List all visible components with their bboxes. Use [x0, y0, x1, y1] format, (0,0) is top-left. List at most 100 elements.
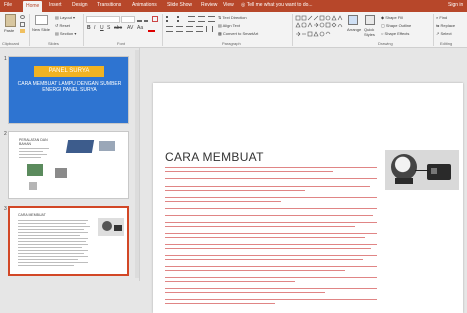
underline-button[interactable]: U	[100, 26, 104, 31]
decrease-indent-icon[interactable]	[188, 16, 195, 22]
component-image	[55, 168, 67, 178]
thumb-2-title: PERALATAN DAN BAHAN	[19, 138, 48, 146]
shadow-button[interactable]: S	[107, 26, 110, 31]
increase-indent-icon[interactable]	[198, 16, 205, 22]
font-color-icon[interactable]	[148, 26, 155, 32]
copy-icon[interactable]	[20, 22, 25, 27]
slide-number: 3	[4, 206, 7, 212]
font-name-box[interactable]	[86, 16, 120, 23]
text-direction-label: Text Direction	[222, 15, 247, 20]
section-button[interactable]: ▤ Section ▾	[55, 31, 76, 36]
slide-title[interactable]: CARA MEMBUAT	[165, 150, 264, 164]
format-painter-icon[interactable]	[20, 29, 25, 33]
align-left-icon[interactable]	[166, 26, 173, 32]
text-line	[165, 222, 377, 223]
shape-outline-button[interactable]: ▢ Shape Outline	[381, 23, 411, 28]
numbering-icon[interactable]	[177, 16, 185, 22]
current-slide[interactable]: CARA MEMBUAT	[153, 83, 463, 313]
replace-button[interactable]: ⇆ Replace	[436, 23, 455, 28]
text-line	[165, 186, 370, 187]
smartart-button[interactable]: ▩ Convert to SmartArt	[218, 31, 258, 36]
sign-in-link[interactable]: Sign in	[448, 2, 463, 8]
new-slide-button[interactable]: New Slide	[32, 27, 52, 32]
change-case-button[interactable]: Aa	[137, 26, 143, 31]
tab-file[interactable]: File	[4, 2, 12, 8]
paste-button[interactable]: Paste	[4, 28, 14, 33]
select-button[interactable]: ↗ Select	[436, 31, 452, 36]
text-line	[165, 208, 377, 209]
group-editing-label: Editing	[440, 41, 453, 46]
shapes-gallery[interactable]	[295, 15, 343, 37]
text-line	[165, 270, 345, 271]
thumb-3-title: CARA MEMBUAT	[18, 213, 46, 217]
tab-view[interactable]: View	[223, 2, 234, 8]
text-line	[165, 215, 373, 216]
tab-design[interactable]: Design	[72, 2, 88, 8]
text-line	[165, 244, 377, 245]
bullets-icon[interactable]	[166, 16, 174, 22]
text-line	[165, 277, 377, 278]
tell-me-search[interactable]: ◎ Tell me what you want to do...	[241, 2, 313, 8]
tab-home[interactable]: Home	[23, 1, 43, 12]
thumbnails-scrollbar[interactable]	[135, 50, 139, 278]
tab-transitions[interactable]: Transitions	[97, 2, 121, 8]
text-line	[165, 226, 355, 227]
clear-format-icon[interactable]	[152, 16, 158, 22]
shape-outline-label: Shape Outline	[385, 23, 412, 28]
text-line	[18, 220, 88, 221]
text-direction-button[interactable]: ⇅ Text Direction	[218, 15, 247, 20]
shape-fill-button[interactable]: ◆ Shape Fill	[381, 15, 403, 20]
bold-button[interactable]: B	[87, 26, 91, 31]
cut-icon[interactable]	[20, 15, 25, 19]
align-right-icon[interactable]	[186, 26, 193, 32]
quick-styles-button[interactable]: Quick Styles	[364, 27, 378, 37]
quick-styles-icon[interactable]	[365, 15, 375, 25]
divider	[292, 14, 293, 46]
arrange-icon[interactable]	[348, 15, 358, 25]
tab-slide-show[interactable]: Slide Show	[167, 2, 192, 8]
section-label: Section	[59, 31, 74, 36]
slide-thumbnail-3[interactable]: CARA MEMBUAT	[8, 206, 129, 276]
battery-switch-shape	[431, 168, 437, 174]
slide-editor-area: CARA MEMBUAT	[141, 48, 467, 313]
text-line	[165, 190, 305, 191]
lamp-base-shape	[395, 178, 413, 184]
align-text-button[interactable]: ▤ Align Text	[218, 23, 240, 28]
divider	[433, 14, 434, 46]
italic-button[interactable]: I	[94, 26, 95, 31]
tab-insert[interactable]: Insert	[49, 2, 62, 8]
tab-animations[interactable]: Animations	[132, 2, 157, 8]
group-slides-label: Slides	[48, 41, 59, 46]
divider	[29, 14, 30, 46]
battery-image	[99, 141, 115, 151]
tab-review[interactable]: Review	[201, 2, 217, 8]
grow-font-icon[interactable]	[137, 16, 142, 22]
reset-label: Reset	[59, 23, 70, 28]
line-spacing-icon[interactable]	[208, 16, 215, 22]
shape-effects-button[interactable]: ○ Shape Effects	[381, 31, 409, 36]
align-text-label: Align Text	[222, 23, 240, 28]
paste-icon[interactable]	[5, 14, 16, 27]
group-clipboard-label: Clipboard	[2, 41, 20, 46]
slide-thumbnail-2[interactable]: PERALATAN DAN BAHAN	[8, 131, 129, 199]
text-line	[18, 223, 86, 224]
text-line	[165, 292, 325, 293]
arrange-button[interactable]: Arrange	[347, 27, 361, 32]
font-size-box[interactable]	[121, 16, 135, 23]
shrink-font-icon[interactable]	[144, 17, 148, 22]
text-line	[18, 226, 90, 227]
char-spacing-button[interactable]: AV	[127, 26, 133, 31]
justify-icon[interactable]	[196, 26, 203, 32]
solar-lamp-photo[interactable]	[385, 150, 459, 190]
text-line	[165, 237, 365, 238]
align-center-icon[interactable]	[176, 26, 183, 32]
layout-button[interactable]: ▤ Layout ▾	[55, 15, 75, 20]
text-line	[165, 167, 377, 168]
reset-button[interactable]: ↺ Reset	[55, 23, 70, 28]
new-slide-icon[interactable]	[35, 15, 48, 25]
columns-icon[interactable]	[206, 26, 213, 32]
slide-thumbnail-1[interactable]: PANEL SURYA CARA MEMBUAT LAMPU DENGAN SU…	[8, 56, 129, 124]
find-button[interactable]: ⌕ Find	[436, 15, 447, 20]
strikethrough-button[interactable]: abc	[114, 26, 122, 31]
select-label: Select	[440, 31, 452, 36]
